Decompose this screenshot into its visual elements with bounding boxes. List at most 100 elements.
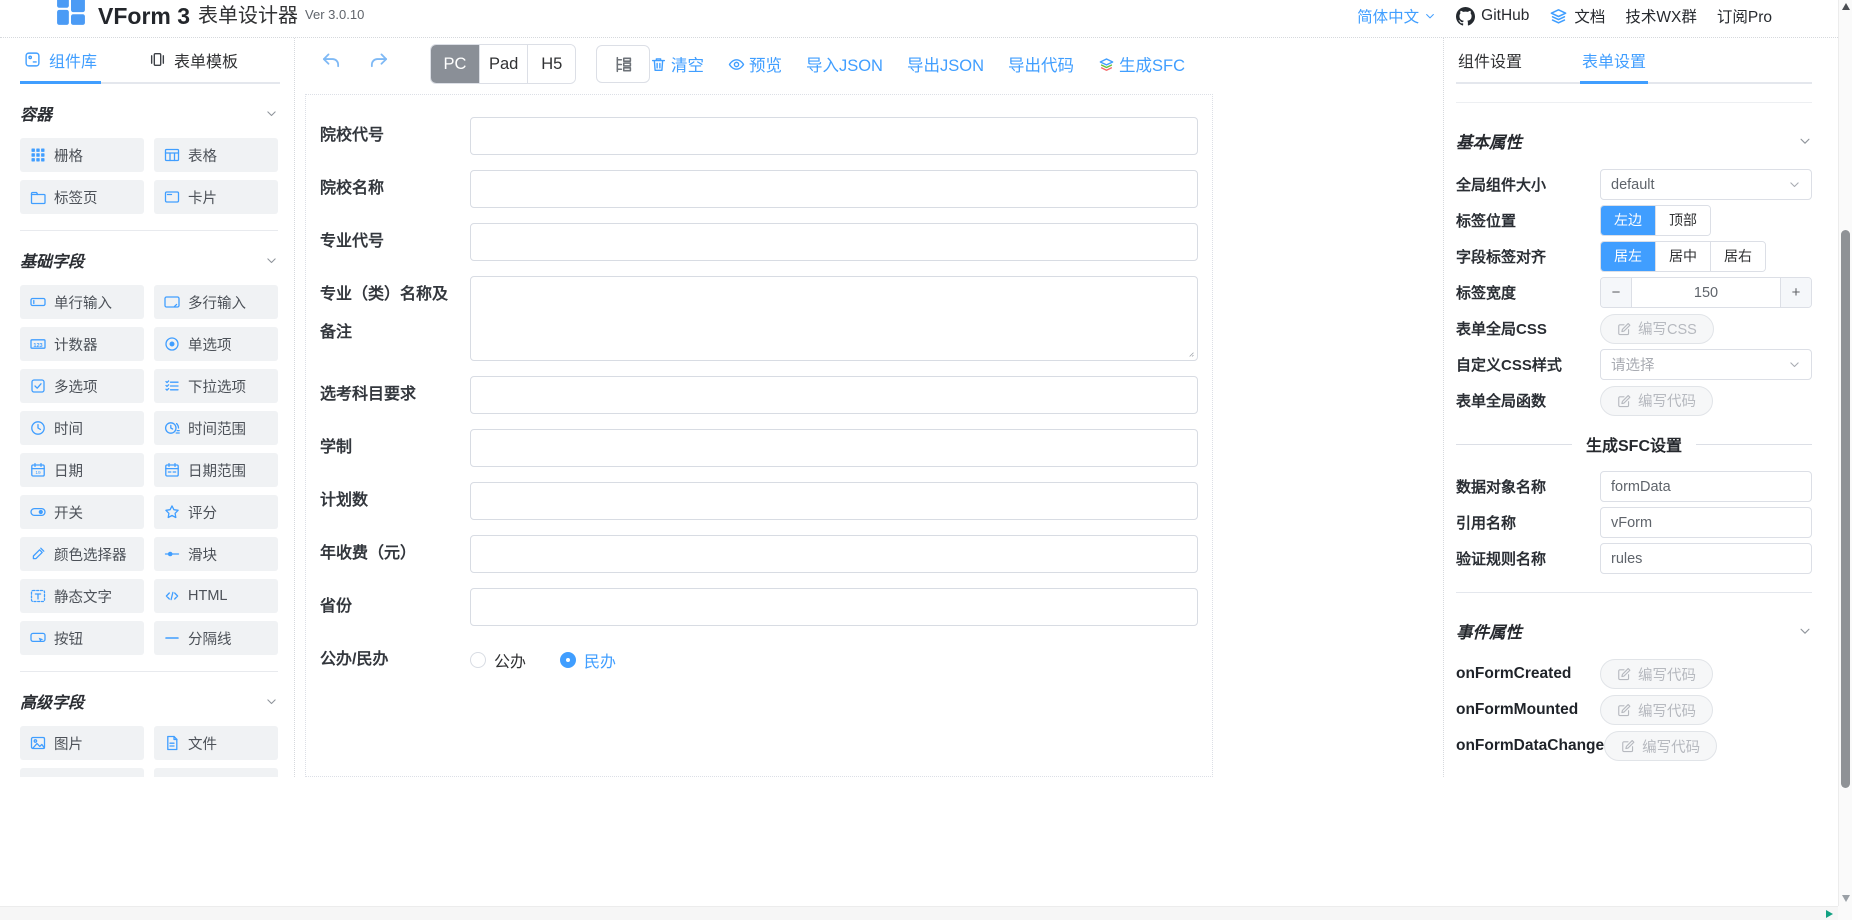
widget-item-label: 多选项 [54,376,98,397]
redo-button[interactable] [368,50,390,78]
label-align-option-居右[interactable]: 居右 [1710,242,1765,271]
scroll-right-arrow-icon[interactable] [1826,910,1833,918]
horizontal-scrollbar[interactable] [0,906,1838,920]
widget-item-按钮[interactable]: 按钮 [20,621,144,655]
widget-item-级联选择[interactable]: 级联选择 [154,768,278,777]
radio-option-民办[interactable]: 民办 [560,648,616,672]
vform-logo-icon [56,0,86,26]
widget-item-滑块[interactable]: 滑块 [154,537,278,571]
widget-item-label: 日期范围 [188,460,246,481]
widget-item-时间[interactable]: 时间 [20,411,144,445]
chevron-down-icon [265,254,278,267]
widget-item-评分[interactable]: 评分 [154,495,278,529]
write-css-button[interactable]: 编写CSS [1600,314,1714,344]
sfc-text-input[interactable]: formData [1600,471,1812,502]
widget-item-富文本[interactable]: 富文本 [20,768,144,777]
widget-item-多行输入[interactable]: 多行输入 [154,285,278,319]
label-position-option-左边[interactable]: 左边 [1601,206,1655,235]
radio-option-公办[interactable]: 公办 [470,648,526,672]
text-input[interactable] [470,482,1198,520]
label-position-option-顶部[interactable]: 顶部 [1655,206,1710,235]
stepper-increase-button[interactable]: + [1780,278,1811,307]
write-code-button[interactable]: 编写代码 [1600,659,1713,689]
widget-item-开关[interactable]: 开关 [20,495,144,529]
resize-handle-icon[interactable] [1184,347,1195,358]
basic-props-header[interactable]: 基本属性 [1456,129,1812,153]
stepper-decrease-button[interactable]: − [1601,278,1632,307]
widget-item-计数器[interactable]: 123计数器 [20,327,144,361]
toolbar-action-导出JSON[interactable]: 导出JSON [907,52,984,76]
undo-button[interactable] [320,50,342,78]
settings-tab-表单设置[interactable]: 表单设置 [1580,38,1648,84]
toolbar-action-清空[interactable]: 清空 [650,52,704,76]
section-header[interactable]: 容器 [20,101,278,125]
text-input[interactable] [470,588,1198,626]
widget-item-时间范围[interactable]: 时间范围 [154,411,278,445]
write-code-button[interactable]: 编写代码 [1600,695,1713,725]
device-toggle-Pad[interactable]: Pad [479,45,527,83]
write-code-button[interactable]: 编写代码 [1600,386,1713,416]
widget-item-下拉选项[interactable]: 下拉选项 [154,369,278,403]
write-code-button[interactable]: 编写代码 [1604,731,1717,761]
text-input[interactable] [470,170,1198,208]
widget-item-颜色选择器[interactable]: 颜色选择器 [20,537,144,571]
setting-control: vForm [1600,507,1812,538]
form-canvas[interactable]: 院校代号院校名称专业代号专业（类）名称及备注选考科目要求学制计划数年收费（元）省… [305,94,1213,777]
sidebar-tab-组件库[interactable]: 组件库 [20,38,101,84]
widget-item-label: 时间范围 [188,418,246,439]
widget-item-日期[interactable]: 19日期 [20,453,144,487]
section-header[interactable]: 高级字段 [20,689,278,713]
sidebar-tabs: 组件库表单模板 [20,38,280,84]
widget-item-表格[interactable]: 表格 [154,138,278,172]
widget-item-多选项[interactable]: 多选项 [20,369,144,403]
text-input[interactable] [470,535,1198,573]
textarea-input[interactable] [470,276,1198,361]
event-props-header[interactable]: 事件属性 [1456,619,1812,643]
toolbar-action-生成SFC[interactable]: 生成SFC [1098,52,1185,76]
text-input[interactable] [470,376,1198,414]
widget-item-日期范围[interactable]: 日期范围 [154,453,278,487]
toolbar-action-导出代码[interactable]: 导出代码 [1008,52,1074,76]
widget-item-单选项[interactable]: 单选项 [154,327,278,361]
outline-button[interactable] [596,45,650,83]
sidebar-tab-表单模板[interactable]: 表单模板 [145,38,242,84]
global-size-select[interactable]: default [1600,169,1812,200]
widget-item-单行输入[interactable]: 单行输入 [20,285,144,319]
section-header[interactable]: 基础字段 [20,248,278,272]
scroll-down-arrow-icon[interactable] [1842,895,1850,902]
widget-item-图片[interactable]: 图片 [20,726,144,760]
text-input[interactable] [470,117,1198,155]
header-link-文档[interactable]: 文档 [1549,5,1605,27]
settings-tab-组件设置[interactable]: 组件设置 [1456,38,1524,84]
language-selector[interactable]: 简体中文 [1357,5,1436,27]
widget-item-文件[interactable]: 文件 [154,726,278,760]
widget-item-卡片[interactable]: 卡片 [154,180,278,214]
widget-item-HTML[interactable]: HTML [154,579,278,613]
sfc-text-input[interactable]: rules [1600,543,1812,574]
device-toggle-PC[interactable]: PC [431,45,479,83]
widget-item-标签页[interactable]: 标签页 [20,180,144,214]
vertical-scrollbar[interactable] [1838,0,1852,906]
widget-library-icon [24,51,41,68]
text-input[interactable] [470,429,1198,467]
header-link-GitHub[interactable]: GitHub [1456,7,1529,26]
setting-row-label-align: 字段标签对齐 居左居中居右 [1456,241,1812,272]
label-align-option-居中[interactable]: 居中 [1655,242,1710,271]
sfc-text-input[interactable]: vForm [1600,507,1812,538]
text-input[interactable] [470,223,1198,261]
vertical-scrollbar-thumb[interactable] [1841,230,1850,788]
scroll-up-arrow-icon[interactable] [1842,3,1850,10]
header-link-label: GitHub [1481,7,1529,25]
toolbar-action-预览[interactable]: 预览 [728,52,782,76]
widget-item-分隔线[interactable]: 分隔线 [154,621,278,655]
label-align-option-居左[interactable]: 居左 [1601,242,1655,271]
widget-item-栅格[interactable]: 栅格 [20,138,144,172]
header-link-订阅Pro[interactable]: 订阅Pro [1717,5,1772,27]
custom-class-select[interactable]: 请选择 [1600,349,1812,380]
label-width-value[interactable]: 150 [1632,278,1780,307]
toolbar-action-导入JSON[interactable]: 导入JSON [806,52,883,76]
widget-item-静态文字[interactable]: 静态文字 [20,579,144,613]
form-field-row-学制: 学制 [320,429,1198,467]
device-toggle-H5[interactable]: H5 [527,45,575,83]
header-link-技术WX群[interactable]: 技术WX群 [1625,5,1696,27]
